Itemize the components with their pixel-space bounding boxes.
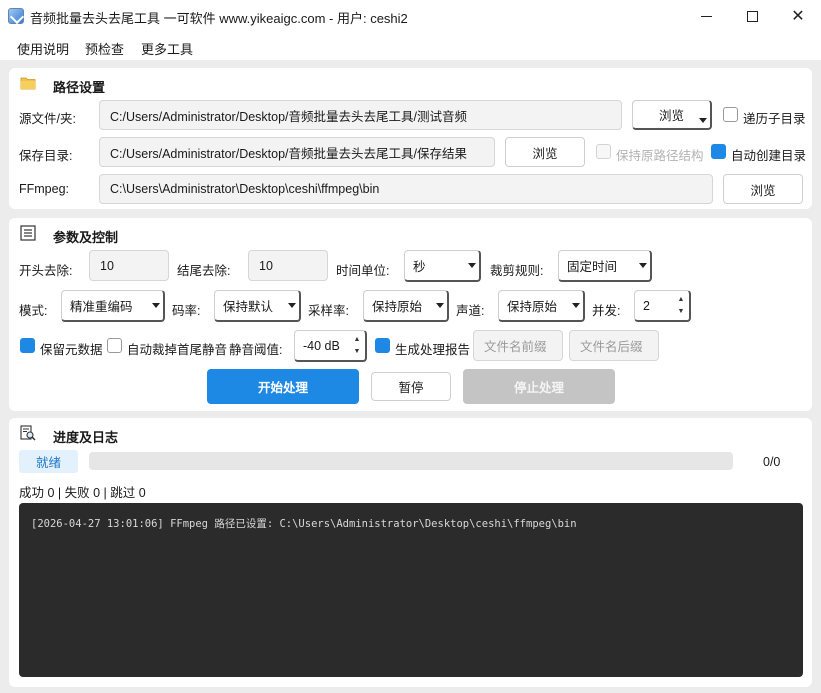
recursive-label: 递历子目录 [743, 112, 806, 126]
close-button[interactable]: ✕ [775, 0, 821, 33]
ffmpeg-label: FFmpeg: [19, 182, 70, 196]
mode-value: 精准重编码 [70, 300, 133, 314]
spin-down-icon[interactable]: ▼ [675, 306, 687, 317]
auto-create-label: 自动创建目录 [731, 149, 807, 163]
auto-create-checkbox[interactable] [711, 144, 726, 159]
progress-count: 0/0 [763, 455, 781, 469]
save-label: 保存目录: [19, 149, 73, 163]
minimize-icon [700, 16, 712, 17]
minimize-button[interactable] [683, 0, 729, 33]
list-icon [20, 225, 36, 241]
search-document-icon [20, 425, 36, 441]
source-path-input[interactable]: C:/Users/Administrator/Desktop/音频批量去头去尾工… [99, 100, 622, 130]
concurrency-spinbox[interactable]: 2 ▲ ▼ [634, 290, 691, 322]
result-summary: 成功 0 | 失败 0 | 跳过 0 [19, 486, 146, 500]
menu-more-tools[interactable]: 更多工具 [141, 39, 193, 58]
spin-down-icon[interactable]: ▼ [351, 346, 363, 357]
progress-section-title: 进度及日志 [53, 430, 119, 445]
time-unit-value: 秒 [413, 260, 426, 274]
cut-rule-label: 裁剪规则: [490, 264, 544, 278]
start-button-label: 开始处理 [257, 381, 308, 395]
silence-threshold-label: 静音阈值: [229, 343, 283, 357]
report-checkbox[interactable] [375, 338, 390, 353]
stop-button[interactable]: 停止处理 [463, 369, 615, 404]
path-section-title: 路径设置 [53, 80, 106, 95]
maximize-icon [746, 11, 758, 22]
pause-button[interactable]: 暂停 [371, 372, 451, 401]
samplerate-value: 保持原始 [372, 300, 423, 314]
bitrate-label: 码率: [172, 304, 201, 318]
keep-structure-checkbox[interactable] [596, 144, 611, 159]
params-section-title: 参数及控制 [53, 230, 119, 245]
keep-structure-label: 保持原路径结构 [616, 149, 704, 163]
concurrency-label: 并发: [592, 304, 621, 318]
source-browse-button[interactable]: 浏览 [632, 100, 712, 130]
window-title: 音频批量去头去尾工具 一可软件 www.yikeaigc.com - 用户: c… [30, 11, 408, 26]
auto-silence-checkbox[interactable] [107, 338, 122, 353]
mode-label: 模式: [19, 304, 48, 318]
filename-suffix-input[interactable]: 文件名后缀 [569, 330, 659, 361]
tail-trim-input[interactable]: 10 [248, 250, 328, 281]
filename-prefix-input[interactable]: 文件名前缀 [473, 330, 563, 361]
chevron-down-icon [468, 262, 476, 268]
cut-rule-value: 固定时间 [567, 260, 618, 274]
concurrency-value: 2 [643, 298, 650, 313]
log-line: [2026-04-27 13:01:06] FFmpeg 路径已设置: C:\U… [31, 518, 577, 530]
start-button[interactable]: 开始处理 [207, 369, 359, 404]
keep-metadata-label: 保留元数据 [40, 343, 103, 357]
save-path-input[interactable]: C:/Users/Administrator/Desktop/音频批量去头去尾工… [99, 137, 495, 167]
close-icon: ✕ [791, 7, 805, 25]
ffmpeg-path-input[interactable]: C:\Users\Administrator\Desktop\ceshi\ffm… [99, 174, 713, 204]
samplerate-label: 采样率: [308, 304, 349, 318]
channel-value: 保持原始 [507, 300, 558, 314]
head-trim-label: 开头去除: [19, 264, 73, 278]
chevron-down-icon [288, 302, 296, 308]
menu-bar: 使用说明 预检查 更多工具 [0, 33, 821, 60]
chevron-down-icon [699, 118, 707, 123]
mode-select[interactable]: 精准重编码 [61, 290, 165, 322]
ffmpeg-browse-label: 浏览 [750, 183, 776, 198]
ffmpeg-browse-button[interactable]: 浏览 [723, 174, 803, 204]
head-trim-input[interactable]: 10 [89, 250, 169, 281]
save-browse-button[interactable]: 浏览 [505, 137, 585, 167]
title-bar: 音频批量去头去尾工具 一可软件 www.yikeaigc.com - 用户: c… [0, 0, 821, 33]
recursive-checkbox[interactable] [723, 107, 738, 122]
bitrate-value: 保持默认 [223, 300, 274, 314]
log-area[interactable]: [2026-04-27 13:01:06] FFmpeg 路径已设置: C:\U… [19, 503, 803, 677]
stop-button-label: 停止处理 [513, 381, 564, 395]
chevron-down-icon [436, 302, 444, 308]
folder-icon [20, 75, 36, 91]
channel-select[interactable]: 保持原始 [498, 290, 585, 322]
silence-threshold-spinbox[interactable]: -40 dB ▲ ▼ [294, 330, 367, 362]
cut-rule-select[interactable]: 固定时间 [558, 250, 652, 282]
time-unit-select[interactable]: 秒 [404, 250, 481, 282]
spin-up-icon[interactable]: ▲ [675, 294, 687, 305]
report-label: 生成处理报告 [395, 343, 471, 357]
source-label: 源文件/夹: [19, 112, 76, 126]
tail-trim-label: 结尾去除: [177, 264, 231, 278]
time-unit-label: 时间单位: [336, 264, 390, 278]
status-badge: 就绪 [19, 450, 78, 473]
app-icon [8, 8, 24, 24]
pause-button-label: 暂停 [398, 381, 424, 395]
chevron-down-icon [639, 262, 647, 268]
chevron-down-icon [572, 302, 580, 308]
samplerate-select[interactable]: 保持原始 [363, 290, 449, 322]
keep-metadata-checkbox[interactable] [20, 338, 35, 353]
source-browse-label: 浏览 [658, 109, 684, 123]
spin-up-icon[interactable]: ▲ [351, 334, 363, 345]
channel-label: 声道: [456, 304, 485, 318]
bitrate-select[interactable]: 保持默认 [214, 290, 301, 322]
silence-threshold-value: -40 dB [303, 338, 340, 353]
chevron-down-icon [152, 302, 160, 308]
save-browse-label: 浏览 [532, 146, 558, 161]
menu-help[interactable]: 使用说明 [17, 39, 69, 58]
menu-precheck[interactable]: 预检查 [85, 39, 124, 58]
auto-silence-label: 自动裁掉首尾静音 [127, 343, 228, 357]
maximize-button[interactable] [729, 0, 775, 33]
progress-bar [89, 452, 733, 470]
